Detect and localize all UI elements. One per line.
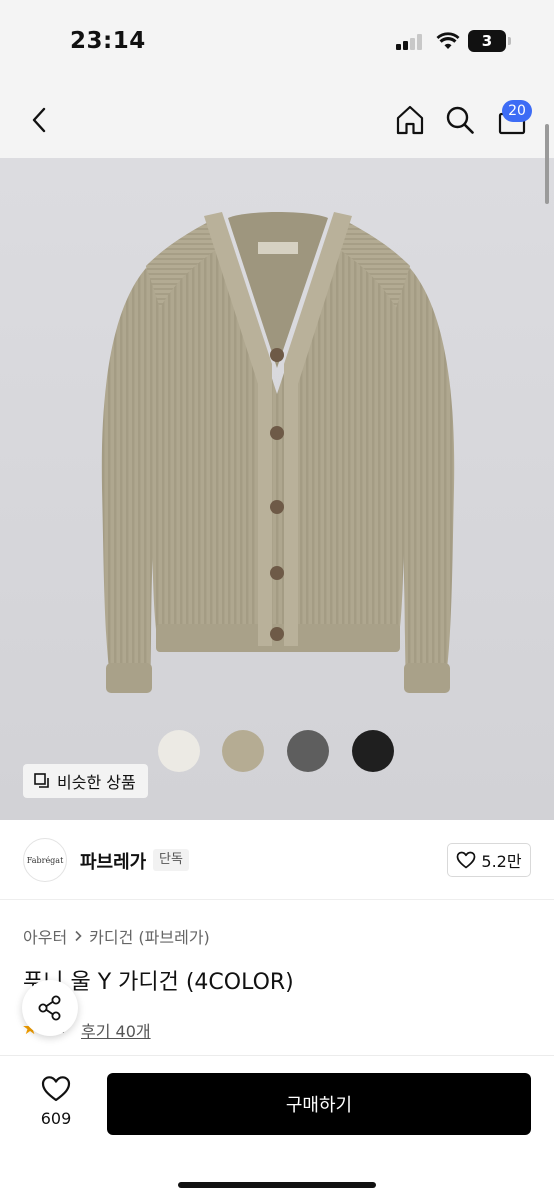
share-button[interactable] — [22, 980, 78, 1036]
breadcrumb-subcategory[interactable]: 카디건 (파브레가) — [89, 924, 210, 948]
heart-icon — [41, 1076, 71, 1102]
battery-tip — [508, 37, 511, 45]
home-button[interactable] — [390, 100, 430, 140]
status-bar: 23:14 3 — [0, 0, 554, 80]
share-icon — [38, 995, 61, 1021]
copy-icon — [34, 773, 49, 788]
cellular-signal-icon — [396, 34, 424, 50]
color-swatch-beige[interactable] — [222, 730, 264, 772]
cart-count-badge: 20 — [502, 100, 532, 122]
cardigan-illustration — [101, 212, 455, 693]
nav-bar — [0, 80, 554, 158]
status-time: 23:14 — [70, 28, 146, 54]
brand-name[interactable]: 파브레가 — [80, 848, 146, 874]
scrollbar[interactable] — [545, 124, 549, 204]
product-image[interactable] — [0, 158, 554, 820]
chevron-left-icon — [32, 107, 46, 133]
brand-like-button[interactable]: 5.2만 — [447, 843, 531, 877]
wishlist-button[interactable]: 609 — [30, 1075, 82, 1135]
similar-products-button[interactable]: 비슷한 상품 — [23, 764, 148, 798]
search-button[interactable] — [440, 100, 480, 140]
color-swatch-black[interactable] — [352, 730, 394, 772]
breadcrumb: 아우터 카디건 (파브레가) — [23, 924, 210, 948]
breadcrumb-category[interactable]: 아우터 — [23, 924, 67, 948]
color-swatch-white[interactable] — [158, 730, 200, 772]
battery-indicator: 3 — [468, 30, 506, 52]
search-icon — [446, 106, 474, 134]
brand-like-count: 5.2만 — [481, 852, 522, 871]
exclusive-badge: 단독 — [153, 849, 189, 871]
home-indicator — [178, 1182, 376, 1188]
review-count-link[interactable]: 후기 40개 — [81, 1018, 151, 1042]
wifi-icon — [436, 32, 460, 49]
brand-logo-text: Fabrégat — [26, 855, 64, 865]
buy-button[interactable]: 구매하기 — [107, 1073, 531, 1135]
similar-products-label: 비슷한 상품 — [57, 773, 136, 792]
divider — [0, 899, 554, 900]
color-swatch-gray[interactable] — [287, 730, 329, 772]
back-button[interactable] — [20, 100, 60, 140]
wishlist-count: 609 — [40, 1109, 72, 1128]
brand-logo[interactable]: Fabrégat — [23, 838, 67, 882]
home-icon — [396, 105, 424, 135]
chevron-right-icon — [75, 930, 82, 942]
heart-icon — [457, 851, 476, 869]
